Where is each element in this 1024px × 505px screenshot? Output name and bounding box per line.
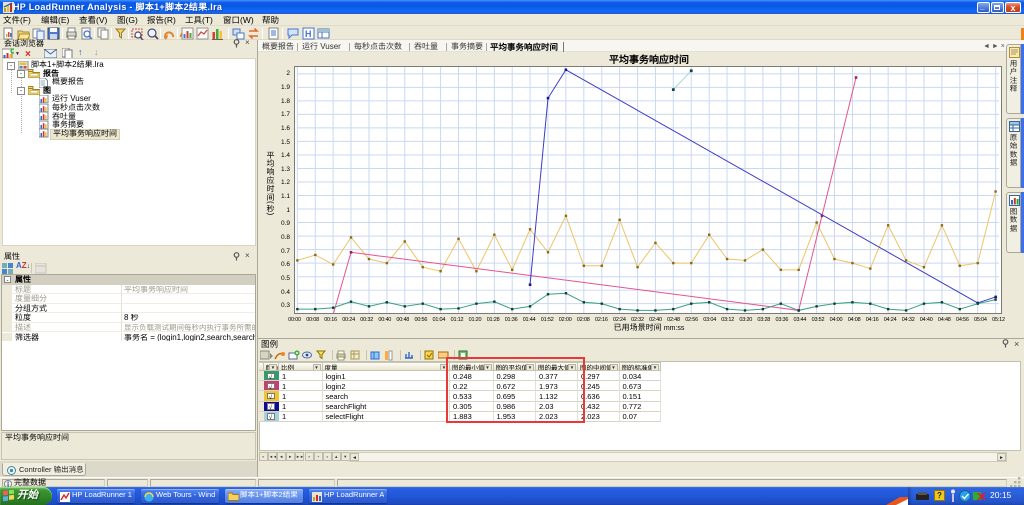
svg-text:H: H <box>305 27 312 40</box>
